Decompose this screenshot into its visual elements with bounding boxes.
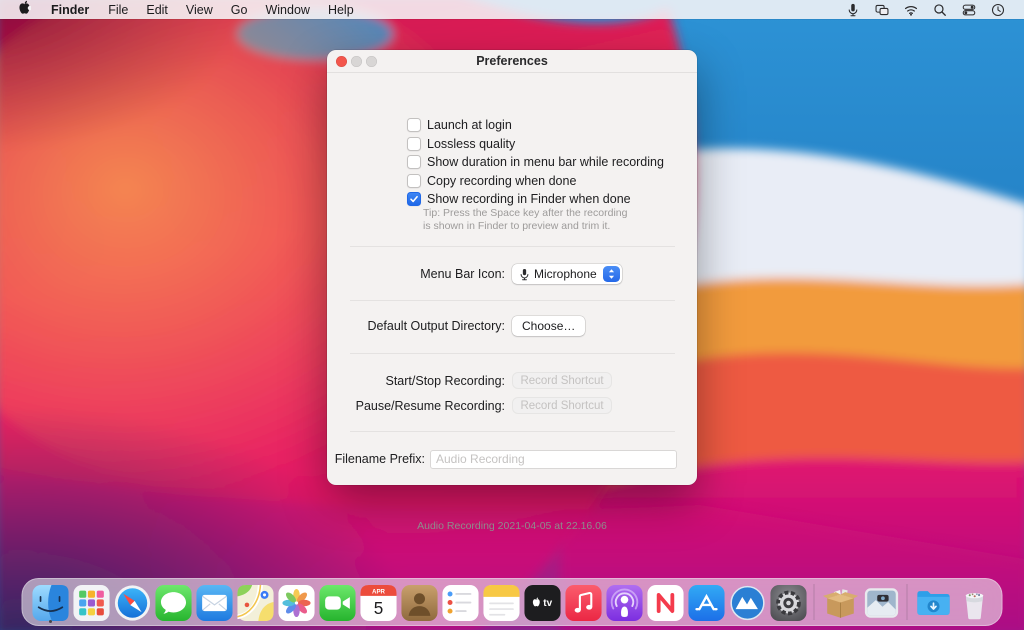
dock-icon-notes[interactable]: [482, 580, 520, 624]
dock-icon-unarchiver-box[interactable]: [821, 580, 859, 624]
preferences-window: Preferences Launch at login Lossless qual…: [327, 50, 697, 532]
checkbox-label: Launch at login: [427, 118, 512, 133]
dock-icon-downloads-folder[interactable]: [914, 580, 952, 624]
menu-item-go[interactable]: Go: [222, 0, 257, 19]
dock-icon-photos[interactable]: [277, 580, 315, 624]
filename-prefix-input[interactable]: [430, 449, 677, 469]
separator: [350, 300, 675, 301]
menu-bar-icon-label: Menu Bar Icon:: [420, 267, 505, 281]
checkbox-label: Copy recording when done: [427, 173, 577, 188]
separator: [350, 431, 675, 432]
dock-icon-news[interactable]: [646, 580, 684, 624]
dock-icon-mail[interactable]: [195, 580, 233, 624]
checkbox-row-4: Show recording in Finder when done: [407, 190, 689, 209]
separator: [350, 353, 675, 354]
spotlight-search-icon[interactable]: [932, 2, 948, 18]
menu-item-view[interactable]: View: [177, 0, 222, 19]
menu-bar-icon-popup[interactable]: Microphone: [512, 264, 622, 284]
checkbox-row-2: Show duration in menu bar while recordin…: [407, 153, 689, 172]
minimize-button[interactable]: [351, 56, 362, 67]
tip-text: Tip: Press the Space key after the recor…: [423, 207, 628, 232]
menu-bar-icon-row: Menu Bar Icon: Microphone: [327, 264, 697, 284]
running-indicator: [48, 620, 52, 623]
separator: [350, 246, 675, 247]
dock-icon-trash-full[interactable]: [955, 580, 993, 624]
checkbox-row-3: Copy recording when done: [407, 172, 689, 191]
filename-prefix-row: Filename Prefix:: [327, 449, 697, 469]
dock-icon-launchpad[interactable]: [72, 580, 110, 624]
svg-text:tv: tv: [543, 598, 552, 609]
dock-icon-safari[interactable]: [113, 580, 151, 624]
output-directory-label: Default Output Directory:: [367, 319, 505, 333]
shortcut-row-1: Pause/Resume Recording: Record Shortcut: [327, 397, 697, 414]
microphone-icon[interactable]: [845, 2, 861, 18]
checkbox-label: Lossless quality: [427, 136, 516, 151]
screen-mirroring-icon[interactable]: [874, 2, 890, 18]
checkbox-group: Launch at login Lossless quality Show dura…: [407, 116, 689, 209]
filename-prefix-label: Filename Prefix:: [334, 452, 425, 466]
shortcut-label: Start/Stop Recording:: [385, 373, 505, 388]
microphone-icon: [520, 268, 529, 280]
menu-item-help[interactable]: Help: [319, 0, 363, 19]
checkbox-label: Show duration in menu bar while recordin…: [427, 155, 664, 170]
shortcut-row-0: Start/Stop Recording: Record Shortcut: [327, 372, 697, 389]
popup-chevrons-icon: [602, 266, 620, 282]
apple-menu[interactable]: [0, 0, 41, 19]
checkbox[interactable]: [407, 118, 421, 133]
dock-icon-disk-image[interactable]: [862, 580, 900, 624]
dock-icon-music[interactable]: [564, 580, 602, 624]
zoom-button[interactable]: [366, 56, 377, 67]
dock-icon-messages[interactable]: [154, 580, 192, 624]
choose-directory-button[interactable]: Choose…: [512, 316, 586, 336]
output-directory-row: Default Output Directory: Choose…: [327, 316, 697, 336]
checkbox[interactable]: [407, 136, 421, 151]
record-shortcut-button[interactable]: Record Shortcut: [512, 372, 612, 389]
close-button[interactable]: [336, 56, 347, 67]
menu-item-edit[interactable]: Edit: [137, 0, 177, 19]
checkbox-label: Show recording in Finder when done: [427, 192, 631, 207]
filename-example-text: Audio Recording 2021-04-05 at 22.16.06: [417, 520, 607, 532]
checkbox[interactable]: [407, 192, 421, 207]
checkbox[interactable]: [407, 155, 421, 170]
dock-icon-app-store[interactable]: [687, 580, 725, 624]
svg-text:5: 5: [373, 599, 383, 618]
menu-item-finder[interactable]: Finder: [41, 0, 99, 19]
menu-bar: Finder File Edit View Go Window Help: [0, 0, 1024, 19]
checkbox[interactable]: [407, 173, 421, 188]
dock-icon-contacts[interactable]: [400, 580, 438, 624]
dock-icon-finder[interactable]: [31, 580, 69, 624]
window-titlebar[interactable]: Preferences: [327, 50, 697, 73]
dock-icon-mountain-app[interactable]: [728, 580, 766, 624]
wifi-icon[interactable]: [903, 2, 919, 18]
dock-icon-maps[interactable]: [236, 580, 274, 624]
dock: APR 5 tv: [21, 578, 1003, 626]
checkbox-row-1: Lossless quality: [407, 135, 689, 154]
window-content: Launch at login Lossless quality Show dura…: [327, 73, 697, 532]
dock-icon-calendar[interactable]: APR 5: [359, 580, 397, 624]
apple-logo-icon: [18, 0, 33, 20]
dock-icon-podcasts[interactable]: [605, 580, 643, 624]
menu-item-file[interactable]: File: [99, 0, 137, 19]
shortcut-label: Pause/Resume Recording:: [355, 398, 505, 413]
svg-text:APR: APR: [372, 588, 386, 595]
menu-bar-icon-value: Microphone: [534, 267, 597, 281]
dock-icon-apple-tv[interactable]: tv: [523, 580, 561, 624]
checkbox-row-0: Launch at login: [407, 116, 689, 135]
menu-bar-left: Finder File Edit View Go Window Help: [0, 0, 363, 19]
menu-item-window[interactable]: Window: [256, 0, 318, 19]
dock-icon-facetime[interactable]: [318, 580, 356, 624]
dock-icon-reminders[interactable]: [441, 580, 479, 624]
window-title: Preferences: [476, 54, 548, 68]
menu-bar-status-area: [838, 0, 1012, 19]
record-shortcut-button[interactable]: Record Shortcut: [512, 397, 612, 414]
dock-icon-system-preferences[interactable]: [769, 580, 807, 624]
clock-icon[interactable]: [990, 2, 1006, 18]
control-center-icon[interactable]: [961, 2, 977, 18]
dock-divider: [906, 584, 908, 620]
dock-divider: [813, 584, 815, 620]
